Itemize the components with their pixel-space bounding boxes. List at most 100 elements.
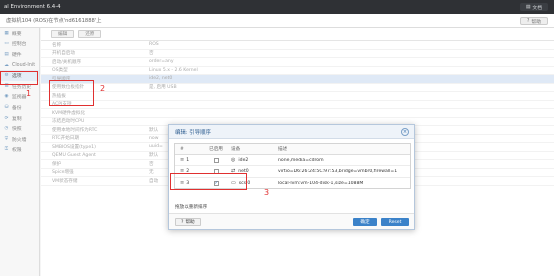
documentation-label: 文档 — [532, 5, 542, 11]
row-num: 1 — [186, 157, 190, 163]
option-row[interactable]: 启动/关机顺序 order=any — [41, 58, 554, 67]
nav-item-label: 硬件 — [12, 52, 22, 58]
option-row[interactable]: 使用数位板指针 是, 启用 USB — [41, 84, 554, 92]
vm-nav: ▦ 概要 ▭ 控制台 ▤ 硬件 ☁ Cloud-Init ⚙ 选项 ☰ 任务历史 ◉ 监视器 ⛁ 备份 ⟳ 复制 ◷… — [0, 28, 40, 276]
console-icon: ▭ — [4, 41, 9, 47]
option-key: 保护 — [52, 161, 62, 167]
reset-button[interactable]: Reset — [381, 218, 409, 226]
app-title: al Environment 6.4-4 — [4, 4, 61, 10]
summary-icon: ▦ — [4, 30, 9, 36]
option-row[interactable]: KVM硬件虚拟化 — [41, 109, 554, 118]
annotation-number-2: 2 — [100, 84, 106, 93]
vm-header: 虚拟机104 (ROS)在节点'nd6161888'上 ? 帮助 — [0, 14, 554, 28]
drag-handle-icon[interactable]: ≡ — [180, 157, 184, 163]
option-row[interactable]: OS类型 Linux 5.x - 2.6 Kernel — [41, 67, 554, 75]
option-value: ide2, net0 — [149, 76, 173, 82]
close-icon[interactable]: × — [401, 128, 409, 136]
revert-button[interactable]: 还原 — [78, 30, 102, 38]
col-enabled: 已启用 — [209, 147, 223, 152]
col-num: # — [180, 146, 184, 152]
question-icon: ? — [181, 219, 184, 225]
option-key: OS类型 — [52, 68, 68, 74]
option-key: 冻结启动时CPU — [52, 119, 85, 125]
cloud-icon: ☁ — [4, 62, 9, 68]
nav-item[interactable]: ◉ 监视器 — [0, 92, 39, 103]
option-value: ROS — [149, 42, 159, 48]
reorder-hint: 拖放以重新排序 — [175, 205, 208, 210]
enabled-checkbox[interactable] — [213, 157, 219, 163]
nav-item-label: 控制台 — [12, 42, 27, 48]
row-desc: virtio=D6:26:24:5C:97:53,bridge=vmbr0,fi… — [278, 168, 398, 174]
option-value: Linux 5.x - 2.6 Kernel — [149, 67, 198, 73]
row-desc: local-lvm:vm-104-disk-1,size=1088M — [278, 180, 364, 186]
nav-item[interactable]: ▦ 概要 — [0, 28, 39, 39]
backup-icon: ⛁ — [4, 104, 9, 110]
option-key: 使用本地时间作为RTC — [52, 127, 98, 133]
firewall-icon: ⛨ — [4, 136, 9, 142]
nav-item[interactable]: ⛁ 备份 — [0, 102, 39, 113]
annotation-number-1: 1 — [26, 89, 32, 98]
top-bar: al Environment 6.4-4 ▤ 文档 — [0, 0, 554, 14]
nav-item-label: 复制 — [12, 116, 22, 122]
annotation-box-3 — [170, 173, 247, 190]
option-row[interactable]: ACPI支持 — [41, 101, 554, 109]
nav-item-label: 备份 — [12, 105, 22, 111]
dialog-help-label: 帮助 — [185, 220, 195, 225]
vm-title: 虚拟机104 (ROS)在节点'nd6161888'上 — [6, 18, 102, 24]
option-key: KVM硬件虚拟化 — [52, 110, 86, 116]
option-key: QEMU Guest Agent — [52, 152, 96, 158]
boot-row[interactable]: ≡ 1 ◎ ide2 none,media=cdrom — [175, 155, 410, 167]
nav-item-label: 监视器 — [12, 95, 27, 101]
documentation-button[interactable]: ▤ 文档 — [519, 3, 548, 11]
help-button[interactable]: ? 帮助 — [519, 17, 548, 25]
row-device: ide2 — [238, 157, 249, 163]
option-key: SMBIOS设置(type1) — [52, 144, 96, 150]
nav-item[interactable]: ☁ Cloud-Init — [0, 60, 39, 71]
nav-item[interactable]: ◷ 快照 — [0, 123, 39, 134]
nav-item[interactable]: ⟳ 复制 — [0, 113, 39, 124]
option-row[interactable]: 开机自启动 否 — [41, 50, 554, 58]
option-key: 启动/关机顺序 — [52, 59, 82, 65]
nav-item[interactable]: ⛨ 防火墙 — [0, 134, 39, 145]
option-key: RTC开始日期 — [52, 136, 79, 142]
monitor-icon: ◉ — [4, 94, 9, 100]
snapshot-icon: ◷ — [4, 126, 9, 132]
option-value: 否 — [149, 51, 154, 57]
ok-button[interactable]: 确定 — [353, 218, 377, 226]
option-row[interactable]: 引导顺序 ide2, net0 — [41, 75, 554, 84]
nav-item[interactable]: ▭ 控制台 — [0, 39, 39, 50]
replication-icon: ⟳ — [4, 115, 9, 121]
help-label: 帮助 — [531, 19, 541, 25]
option-value: order=any — [149, 59, 174, 65]
dialog-footer: ? 帮助 确定 Reset — [169, 213, 414, 229]
permissions-icon: ⚿ — [4, 147, 9, 153]
option-key: 名称 — [52, 42, 62, 48]
nav-item-label: 概要 — [12, 31, 22, 37]
row-desc: none,media=cdrom — [278, 157, 324, 163]
nav-item-label: Cloud-Init — [12, 62, 36, 68]
option-key: VM状态存储 — [52, 178, 78, 184]
nav-item-label: 快照 — [12, 127, 22, 133]
annotation-box-2 — [49, 80, 94, 106]
grid-header: # 已启用 设备 描述 — [175, 144, 410, 155]
option-key: Spice增强 — [52, 170, 74, 176]
edit-button[interactable]: 编辑 — [51, 30, 75, 38]
option-key: 开机自启动 — [52, 51, 75, 57]
book-icon: ▤ — [525, 4, 531, 10]
nav-item[interactable]: ⚿ 权限 — [0, 145, 39, 156]
option-row[interactable]: 热插拔 — [41, 92, 554, 101]
options-toolbar: 编辑 还原 — [41, 28, 554, 41]
cdrom-icon: ◎ — [231, 157, 236, 164]
nav-item-label: 权限 — [12, 148, 22, 154]
nav-item[interactable]: ▤ 硬件 — [0, 49, 39, 60]
dialog-title: 编辑: 引导顺序 — [169, 125, 414, 139]
question-icon: ? — [526, 18, 530, 24]
option-row[interactable]: 名称 ROS — [41, 41, 554, 50]
hardware-icon: ▤ — [4, 51, 9, 57]
option-value: 是, 启用 USB — [149, 85, 177, 91]
col-desc: 描述 — [278, 147, 288, 152]
dialog-help-button[interactable]: ? 帮助 — [175, 218, 201, 226]
annotation-box-1 — [0, 71, 38, 85]
col-device: 设备 — [231, 147, 241, 152]
nav-item-label: 防火墙 — [12, 137, 27, 143]
